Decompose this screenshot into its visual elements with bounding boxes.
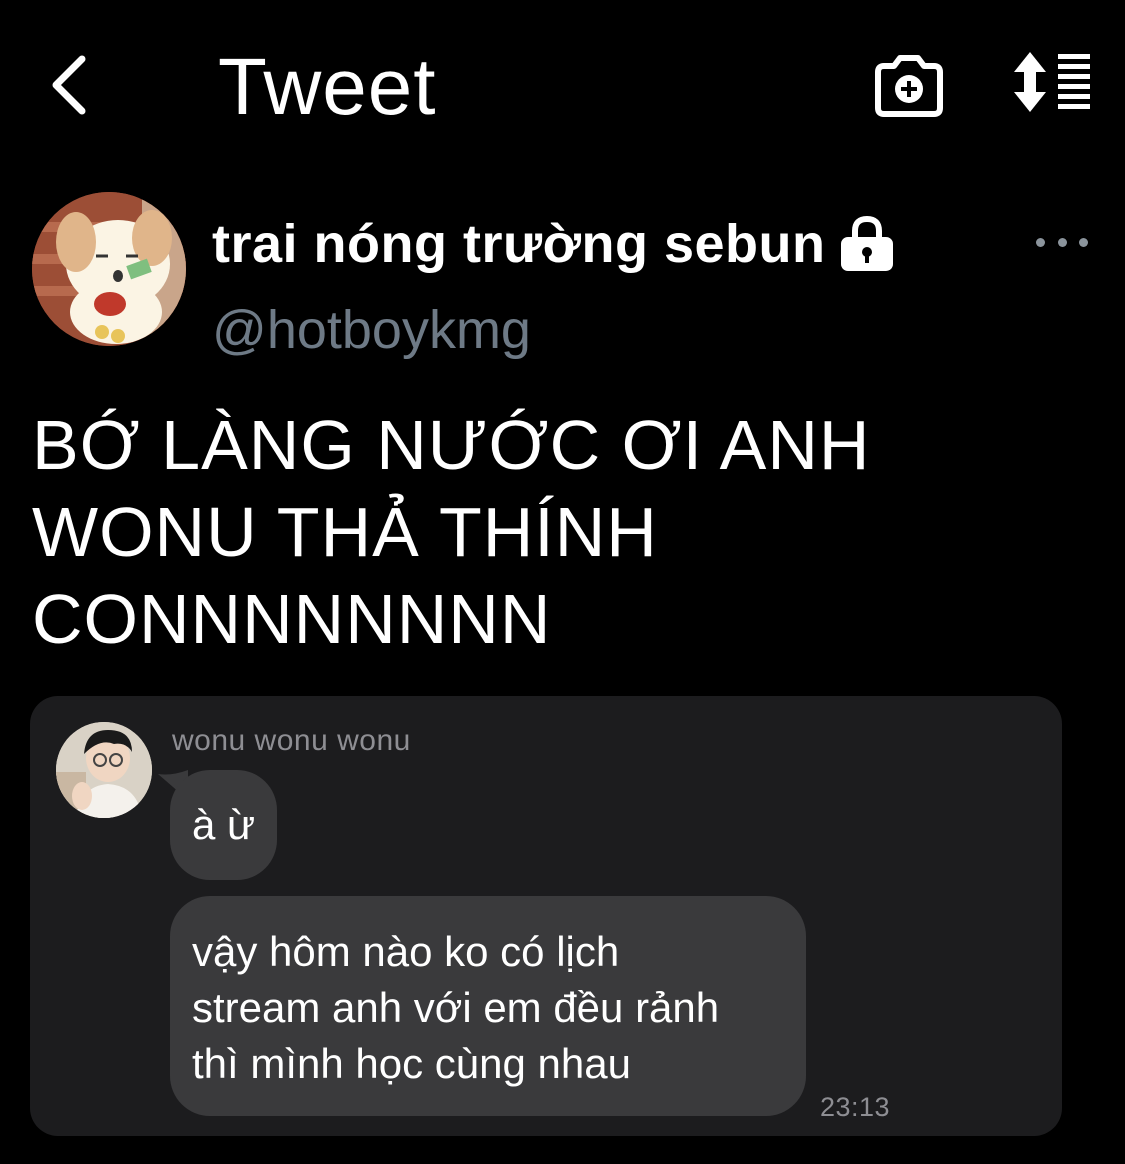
chat-timestamp: 23:13	[820, 1092, 891, 1122]
author-name-row: trai nóng trường sebun	[212, 208, 895, 280]
tweet-media-image[interactable]: wonu wonu wonu à ừ vậy hôm nào ko có lịc…	[30, 696, 1062, 1136]
tweet-text: BỚ LÀNG NƯỚC ƠI ANH WONU THẢ THÍNH CONNN…	[32, 406, 871, 658]
person-photo-image	[56, 722, 152, 818]
top-navigation-bar: Tweet	[0, 0, 1125, 170]
author-display-name[interactable]: trai nóng trường sebun	[212, 213, 825, 275]
chat-message-bubble: vậy hôm nào ko có lịch stream anh với em…	[170, 896, 806, 1116]
lock-icon	[841, 215, 894, 271]
camera-button[interactable]	[872, 52, 946, 118]
page-title: Tweet	[218, 42, 437, 131]
ellipsis-icon	[1036, 237, 1045, 247]
back-button[interactable]	[38, 50, 98, 120]
more-options-button[interactable]	[1036, 222, 1088, 262]
author-avatar[interactable]	[32, 192, 186, 346]
dog-avatar-image	[32, 192, 186, 346]
author-handle[interactable]: @hotboykmg	[212, 296, 531, 364]
chat-sender-name: wonu wonu wonu	[172, 724, 411, 757]
sort-list-icon	[1014, 52, 1090, 112]
chevron-left-icon	[52, 55, 86, 115]
camera-plus-icon	[875, 55, 943, 117]
sort-button[interactable]	[1010, 50, 1094, 116]
chat-message-bubble: à ừ	[170, 770, 278, 880]
chat-sender-avatar	[56, 722, 152, 818]
